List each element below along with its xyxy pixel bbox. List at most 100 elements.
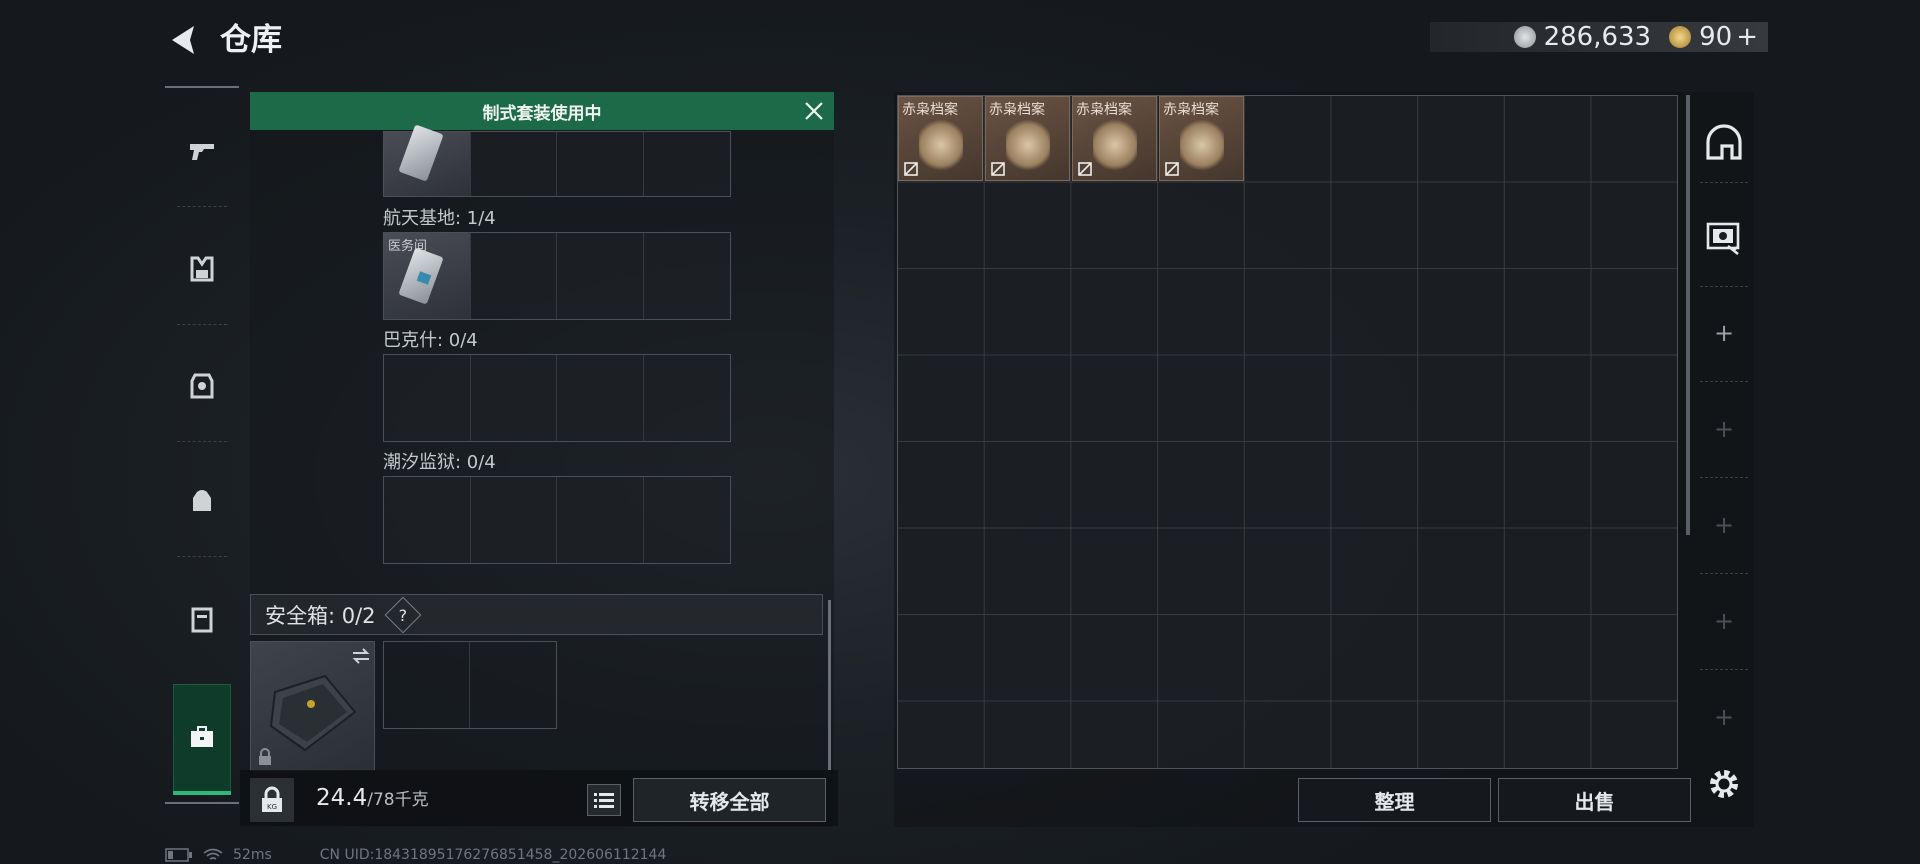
helmet-slot-icon[interactable] bbox=[1704, 124, 1744, 164]
weight-lock-button[interactable]: KG bbox=[250, 778, 294, 822]
no-trade-icon bbox=[904, 162, 918, 176]
add-tab-button[interactable]: + bbox=[1710, 319, 1738, 347]
battery-icon bbox=[165, 848, 192, 862]
left-scrollbar[interactable] bbox=[828, 600, 831, 770]
group-label: 巴克什: 0/4 bbox=[383, 330, 478, 351]
silver-coin-icon bbox=[1513, 26, 1536, 48]
grid-slot[interactable] bbox=[470, 477, 557, 563]
weight-value: 24.4 bbox=[316, 785, 368, 811]
ping-value: 52ms bbox=[233, 847, 272, 863]
grid-slot[interactable] bbox=[384, 642, 470, 728]
add-currency-button[interactable]: + bbox=[1736, 22, 1758, 52]
rail-divider bbox=[177, 206, 227, 207]
padlock-icon: KG bbox=[262, 786, 282, 812]
backpack-icon[interactable] bbox=[187, 486, 217, 516]
svg-text:KG: KG bbox=[267, 803, 277, 811]
grid-slot[interactable] bbox=[557, 355, 644, 441]
add-tab-button[interactable]: + bbox=[1710, 703, 1738, 731]
help-button[interactable]: ? bbox=[384, 596, 421, 633]
gold-coin-icon bbox=[1669, 26, 1692, 48]
stash-item[interactable]: 赤枭档案 bbox=[898, 96, 983, 181]
add-tab-button[interactable]: + bbox=[1710, 511, 1738, 539]
grid-slot[interactable] bbox=[470, 642, 556, 728]
item-image bbox=[1093, 119, 1137, 171]
item-label: 赤枭档案 bbox=[1163, 102, 1219, 118]
help-icon: ? bbox=[398, 605, 407, 624]
stash-grid[interactable] bbox=[897, 95, 1678, 769]
weight-max: /78千克 bbox=[367, 790, 429, 810]
swap-icon[interactable] bbox=[351, 648, 371, 664]
sort-button[interactable]: 整理 bbox=[1298, 778, 1491, 822]
safe-box-image bbox=[269, 674, 357, 752]
case-card-item[interactable] bbox=[384, 124, 471, 196]
lock-icon bbox=[259, 748, 271, 765]
container-icon[interactable] bbox=[187, 604, 217, 634]
list-icon bbox=[594, 793, 614, 808]
case-grid-3 bbox=[383, 354, 731, 442]
back-arrow-icon[interactable] bbox=[164, 20, 204, 60]
strip-divider bbox=[1700, 477, 1748, 478]
safe-box-label: 安全箱: 0/2 bbox=[265, 603, 376, 628]
safe-box-header: 安全箱: 0/2 ? bbox=[250, 594, 823, 635]
case-key-icon[interactable] bbox=[1704, 216, 1744, 256]
case-grid-2: 医务间 bbox=[383, 232, 731, 320]
grid-slot[interactable] bbox=[643, 233, 730, 319]
banner-text: 制式套装使用中 bbox=[482, 103, 602, 124]
rail-divider bbox=[177, 556, 227, 557]
add-tab-button[interactable]: + bbox=[1710, 415, 1738, 443]
strip-divider bbox=[1700, 182, 1748, 183]
no-trade-icon bbox=[1078, 162, 1092, 176]
item-label: 赤枭档案 bbox=[1076, 102, 1132, 118]
card-image bbox=[398, 124, 444, 182]
gun-icon[interactable] bbox=[187, 136, 217, 166]
rail-top-divider bbox=[165, 86, 239, 88]
item-label: 赤枭档案 bbox=[989, 102, 1045, 118]
item-image bbox=[1180, 119, 1224, 171]
briefcase-icon[interactable] bbox=[187, 722, 217, 752]
strip-divider bbox=[1700, 669, 1748, 670]
sell-button[interactable]: 出售 bbox=[1498, 778, 1691, 822]
add-tab-button[interactable]: + bbox=[1710, 607, 1738, 635]
grid-slot[interactable] bbox=[557, 477, 644, 563]
safe-box-grid bbox=[383, 641, 557, 729]
close-icon[interactable] bbox=[802, 99, 826, 123]
rail-bottom-divider bbox=[165, 802, 239, 804]
case-grid-4 bbox=[383, 476, 731, 564]
page-title: 仓库 bbox=[220, 22, 282, 58]
grid-slot[interactable] bbox=[470, 233, 557, 319]
grid-slot[interactable] bbox=[643, 355, 730, 441]
grid-slot[interactable] bbox=[470, 132, 557, 196]
group-label: 航天基地: 1/4 bbox=[383, 208, 496, 229]
grid-slot[interactable] bbox=[557, 233, 644, 319]
vest-icon[interactable] bbox=[187, 254, 217, 284]
transfer-all-button[interactable]: 转移全部 bbox=[633, 778, 826, 822]
grid-slot[interactable] bbox=[384, 477, 471, 563]
grid-slot[interactable] bbox=[643, 477, 730, 563]
no-trade-icon bbox=[991, 162, 1005, 176]
safe-box-item[interactable] bbox=[250, 641, 375, 771]
stash-item[interactable]: 赤枭档案 bbox=[985, 96, 1070, 181]
grid-slot[interactable] bbox=[384, 355, 471, 441]
list-view-button[interactable] bbox=[587, 784, 621, 816]
rail-divider bbox=[177, 441, 227, 442]
wifi-icon bbox=[203, 848, 223, 860]
user-uid: CN UID:1843189517627685145​8_20260611214… bbox=[319, 847, 667, 863]
no-trade-icon bbox=[1165, 162, 1179, 176]
loadout-banner: 制式套装使用中 bbox=[250, 92, 834, 130]
stash-item[interactable]: 赤枭档案 bbox=[1072, 96, 1157, 181]
currency-secondary-value: 90 bbox=[1699, 22, 1733, 52]
case-card-item[interactable]: 医务间 bbox=[384, 233, 471, 319]
case-grid-1 bbox=[383, 124, 731, 197]
grid-slot[interactable] bbox=[557, 132, 644, 196]
settings-icon[interactable] bbox=[1704, 764, 1744, 804]
strip-divider bbox=[1700, 573, 1748, 574]
item-image bbox=[919, 119, 963, 171]
stash-item[interactable]: 赤枭档案 bbox=[1159, 96, 1244, 181]
currency-primary-value: 286,633 bbox=[1543, 22, 1652, 52]
weight-readout: 24.4/78千克 bbox=[316, 785, 429, 811]
armor-icon[interactable] bbox=[187, 371, 217, 401]
strip-divider bbox=[1700, 286, 1748, 287]
grid-slot[interactable] bbox=[643, 132, 730, 196]
grid-slot[interactable] bbox=[470, 355, 557, 441]
stash-scrollbar[interactable] bbox=[1686, 95, 1690, 535]
